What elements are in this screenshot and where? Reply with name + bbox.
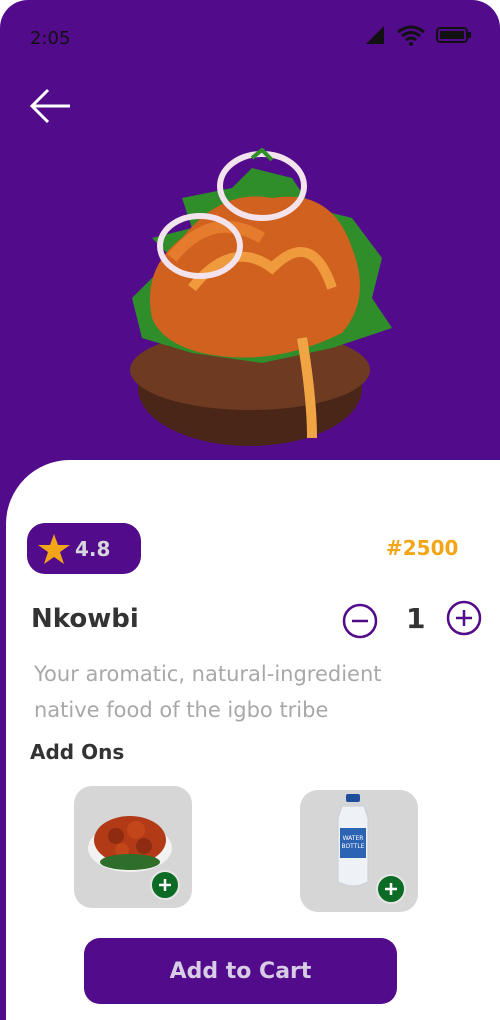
bottle-label-line-1: WATER bbox=[343, 835, 364, 842]
addon-card-water[interactable]: WATER BOTTLE bbox=[300, 790, 418, 912]
product-name: Nkowbi bbox=[31, 604, 139, 634]
app-screen: 2:05 4.8 #2500 Nkowbi 1 Your aromatic, n… bbox=[0, 0, 500, 1020]
description-line-1: Your aromatic, natural-ingredient bbox=[34, 662, 382, 686]
addon-card-meat[interactable] bbox=[74, 786, 192, 908]
status-time: 2:05 bbox=[30, 28, 71, 49]
description-line-2: native food of the igbo tribe bbox=[34, 698, 329, 722]
back-arrow-icon[interactable] bbox=[28, 86, 74, 126]
product-description: Your aromatic, natural-ingredient native… bbox=[34, 656, 454, 728]
status-bar: 2:05 bbox=[0, 0, 500, 70]
quantity-value: 1 bbox=[406, 602, 426, 635]
bottle-label-line-2: BOTTLE bbox=[341, 843, 364, 850]
add-to-cart-button[interactable]: Add to Cart bbox=[84, 938, 397, 1004]
star-icon bbox=[38, 533, 70, 564]
price-label: #2500 bbox=[386, 536, 459, 560]
decrease-quantity-button[interactable] bbox=[342, 603, 378, 639]
signal-icon bbox=[366, 26, 384, 44]
wifi-icon bbox=[397, 25, 425, 46]
rating-badge: 4.8 bbox=[27, 523, 141, 574]
add-addon-button[interactable] bbox=[376, 874, 406, 904]
increase-quantity-button[interactable] bbox=[446, 600, 482, 636]
battery-icon bbox=[436, 27, 471, 43]
product-image bbox=[130, 148, 392, 446]
rating-value: 4.8 bbox=[75, 536, 111, 561]
plus-icon bbox=[385, 883, 397, 895]
add-to-cart-label: Add to Cart bbox=[169, 958, 312, 984]
addons-heading: Add Ons bbox=[30, 740, 125, 764]
plus-icon bbox=[159, 879, 171, 891]
add-addon-button[interactable] bbox=[150, 870, 180, 900]
status-icons bbox=[364, 24, 472, 46]
